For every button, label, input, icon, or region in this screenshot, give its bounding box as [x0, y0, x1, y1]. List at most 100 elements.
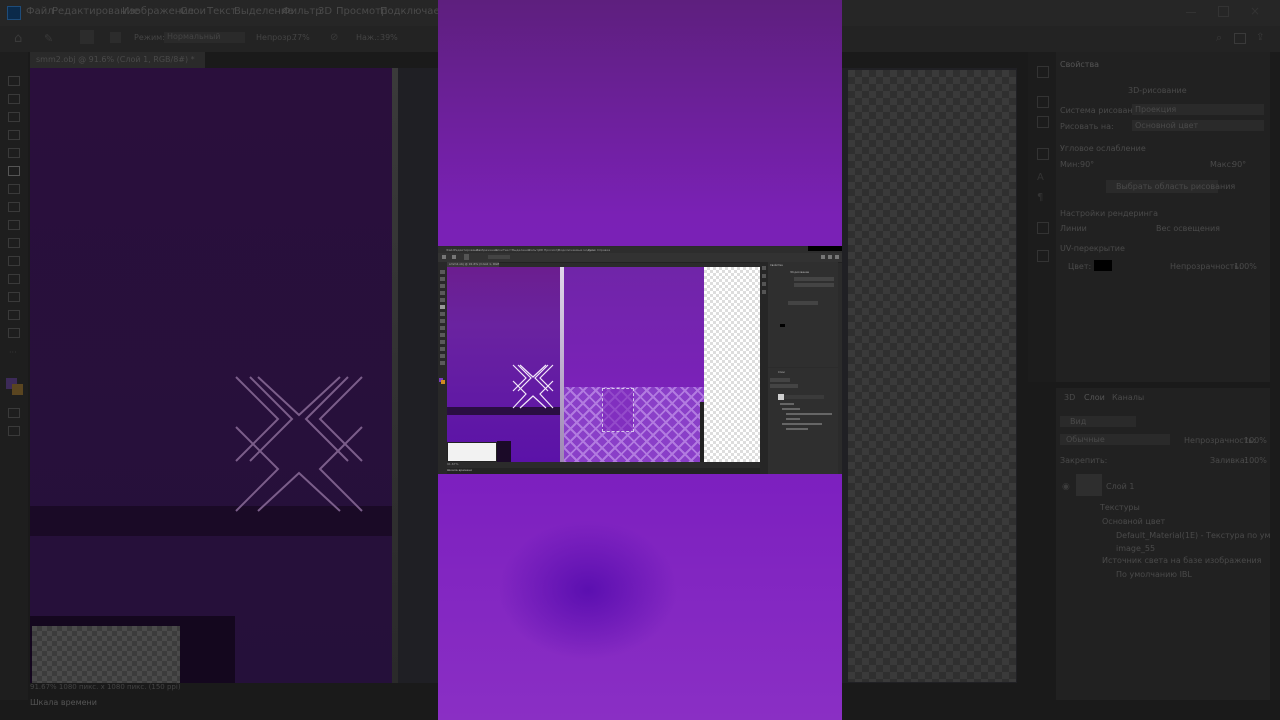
- quick-select-tool-icon[interactable]: [8, 130, 20, 140]
- lasso-tool-icon[interactable]: [8, 112, 20, 122]
- tab-channels[interactable]: Каналы: [1112, 393, 1144, 402]
- mini-menu-window[interactable]: Окно: [588, 248, 596, 252]
- mini-eraser-tool-icon[interactable]: [440, 319, 445, 323]
- visibility-eye-icon[interactable]: ◉: [1062, 482, 1070, 492]
- mini-properties-tab[interactable]: Свойства: [770, 264, 783, 267]
- layer-item[interactable]: image_55: [1116, 544, 1155, 553]
- mini-layer-row[interactable]: [780, 403, 794, 405]
- workspace-icon[interactable]: [1234, 33, 1246, 44]
- crop-tool-icon[interactable]: [8, 148, 20, 158]
- layer-item[interactable]: Слой 1: [1106, 482, 1134, 491]
- layer-item[interactable]: Текстуры: [1100, 503, 1140, 512]
- menu-text[interactable]: Текст: [207, 6, 237, 17]
- properties-tab[interactable]: Свойства: [1060, 60, 1099, 69]
- blend-mode-select[interactable]: Обычные: [1060, 434, 1170, 445]
- stamp-tool-icon[interactable]: [8, 184, 20, 194]
- tab-layers[interactable]: Слои: [1084, 393, 1105, 402]
- brush-icon[interactable]: ✎: [44, 32, 53, 45]
- lines-checkbox[interactable]: Линии: [1060, 224, 1087, 233]
- min-value[interactable]: 90°: [1080, 160, 1094, 169]
- uv-overlay-checkbox[interactable]: UV-перекрытие: [1060, 244, 1125, 253]
- search-icon[interactable]: ⌕: [1216, 31, 1222, 45]
- mini-share-icon[interactable]: [835, 255, 839, 259]
- layer-filter-search[interactable]: Вид: [1060, 416, 1136, 427]
- home-icon[interactable]: ⌂: [14, 31, 22, 46]
- maximize-icon[interactable]: [1218, 6, 1229, 17]
- screen-mode-icon[interactable]: [8, 426, 20, 436]
- gradient-tool-icon[interactable]: [8, 220, 20, 230]
- mini-menu-3d[interactable]: 3D: [539, 248, 543, 252]
- tab-3d[interactable]: 3D: [1064, 393, 1075, 402]
- close-icon[interactable]: ×: [1250, 4, 1260, 18]
- paint-on-select[interactable]: Основной цвет: [1132, 120, 1264, 131]
- mini-hand-tool-icon[interactable]: [440, 354, 445, 358]
- pen-tool-icon[interactable]: [8, 256, 20, 266]
- mini-quick-select-tool-icon[interactable]: [440, 291, 445, 295]
- mini-menu-text[interactable]: Текст: [503, 248, 512, 252]
- flow-value[interactable]: 39%: [380, 33, 398, 42]
- brush-preset-icon[interactable]: [80, 30, 94, 44]
- mini-shape-tool-icon[interactable]: [440, 347, 445, 351]
- uv-color-swatch[interactable]: [1094, 260, 1112, 271]
- character-icon[interactable]: A: [1037, 172, 1044, 183]
- mini-menu-help[interactable]: Справка: [597, 248, 610, 252]
- mini-brush-icon[interactable]: [452, 255, 456, 259]
- mini-home-icon[interactable]: [442, 255, 446, 259]
- layer-item[interactable]: Источник света на базе изображения: [1102, 556, 1261, 565]
- brush-panel-icon[interactable]: [110, 32, 121, 43]
- hand-tool-icon[interactable]: [8, 310, 20, 320]
- mini-paint-system-select[interactable]: [794, 277, 834, 281]
- mini-timeline-tab[interactable]: Шкала времени: [447, 468, 760, 474]
- move-tool-icon[interactable]: [8, 76, 20, 86]
- select-area-button[interactable]: Выбрать область рисования: [1106, 180, 1235, 193]
- share-icon[interactable]: ⇪: [1256, 32, 1264, 43]
- mini-search-icon[interactable]: [821, 255, 825, 259]
- type-tool-icon[interactable]: [8, 238, 20, 248]
- mini-uv-color-swatch[interactable]: [780, 324, 785, 327]
- sliders-icon[interactable]: [1037, 116, 1049, 128]
- mini-character-icon[interactable]: [762, 290, 766, 294]
- mini-brush-settings-icon[interactable]: [762, 282, 766, 286]
- paragraph-icon[interactable]: ¶: [1037, 192, 1043, 203]
- mini-brush-preset-icon[interactable]: [464, 254, 469, 260]
- pressure-opacity-icon[interactable]: ⊘: [330, 32, 338, 43]
- layer-item[interactable]: Default_Material(1E) - Текстура по умолч…: [1116, 531, 1280, 540]
- brush-settings-icon[interactable]: [1037, 148, 1049, 160]
- mini-adjustments-icon[interactable]: [762, 274, 766, 278]
- mini-background-swatch[interactable]: [441, 380, 445, 384]
- mini-canvas[interactable]: [447, 267, 760, 462]
- layer-opacity-value[interactable]: 100%: [1244, 436, 1267, 445]
- shape-tool-icon[interactable]: [8, 292, 20, 302]
- background-color-swatch[interactable]: [12, 384, 23, 395]
- panel-scrollbar[interactable]: [1270, 52, 1280, 700]
- mini-layer-row[interactable]: [782, 408, 800, 410]
- mini-lasso-tool-icon[interactable]: [440, 284, 445, 288]
- mini-layer-filter[interactable]: [770, 378, 790, 382]
- uv-opacity-value[interactable]: 100%: [1234, 262, 1257, 271]
- tool-presets-icon[interactable]: [1037, 222, 1049, 234]
- mini-gradient-tool-icon[interactable]: [440, 326, 445, 330]
- max-value[interactable]: 90°: [1232, 160, 1246, 169]
- mini-selection-marquee[interactable]: [602, 388, 634, 432]
- mini-mode-select[interactable]: [488, 255, 510, 259]
- layer-item[interactable]: По умолчанию IBL: [1116, 570, 1192, 579]
- brush-tool-icon[interactable]: [8, 166, 20, 176]
- mini-layer-row[interactable]: [786, 413, 832, 415]
- mini-pen-tool-icon[interactable]: [440, 340, 445, 344]
- opacity-value[interactable]: 77%: [292, 33, 310, 42]
- mini-workspace-icon[interactable]: [828, 255, 832, 259]
- quick-mask-icon[interactable]: [8, 408, 20, 418]
- mini-marquee-tool-icon[interactable]: [440, 277, 445, 281]
- zoom-tool-icon[interactable]: [8, 328, 20, 338]
- mini-layer-row[interactable]: [786, 418, 800, 420]
- mini-layer-row[interactable]: [786, 428, 808, 430]
- menu-filter[interactable]: Фильтр: [282, 6, 322, 17]
- paint-system-select[interactable]: Проекция: [1132, 104, 1264, 115]
- path-select-tool-icon[interactable]: [8, 274, 20, 284]
- mini-paint-on-select[interactable]: [794, 283, 834, 287]
- menu-3d[interactable]: 3D: [318, 6, 332, 17]
- mini-blend-select[interactable]: [770, 384, 798, 388]
- mode-select[interactable]: Нормальный: [164, 32, 245, 43]
- layer-item[interactable]: Основной цвет: [1102, 517, 1165, 526]
- menu-layers[interactable]: Слои: [180, 6, 206, 17]
